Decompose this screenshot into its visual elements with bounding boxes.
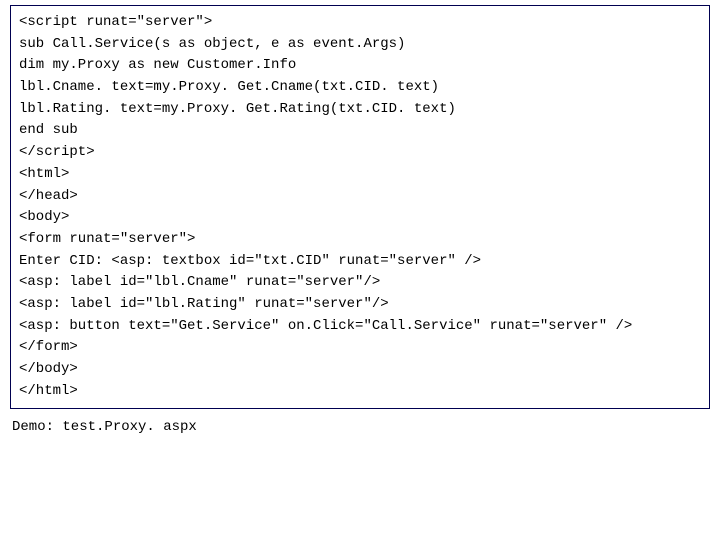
code-line: end sub xyxy=(19,120,701,142)
code-line: </script> xyxy=(19,142,701,164)
code-line: Enter CID: <asp: textbox id="txt.CID" ru… xyxy=(19,251,701,273)
code-line: <asp: label id="lbl.Cname" runat="server… xyxy=(19,272,701,294)
code-line: <asp: button text="Get.Service" on.Click… xyxy=(19,316,701,338)
code-line: <body> xyxy=(19,207,701,229)
code-line: <form runat="server"> xyxy=(19,229,701,251)
code-line: <asp: label id="lbl.Rating" runat="serve… xyxy=(19,294,701,316)
code-line: </body> xyxy=(19,359,701,381)
code-line: sub Call.Service(s as object, e as event… xyxy=(19,34,701,56)
code-line: lbl.Rating. text=my.Proxy. Get.Rating(tx… xyxy=(19,99,701,121)
code-line: lbl.Cname. text=my.Proxy. Get.Cname(txt.… xyxy=(19,77,701,99)
code-line: </html> xyxy=(19,381,701,403)
code-line: </head> xyxy=(19,186,701,208)
code-line: <script runat="server"> xyxy=(19,12,701,34)
code-block: <script runat="server"> sub Call.Service… xyxy=(10,5,710,409)
demo-label: Demo: test.Proxy. aspx xyxy=(12,419,708,435)
code-line: <html> xyxy=(19,164,701,186)
code-line: </form> xyxy=(19,337,701,359)
code-line: dim my.Proxy as new Customer.Info xyxy=(19,55,701,77)
